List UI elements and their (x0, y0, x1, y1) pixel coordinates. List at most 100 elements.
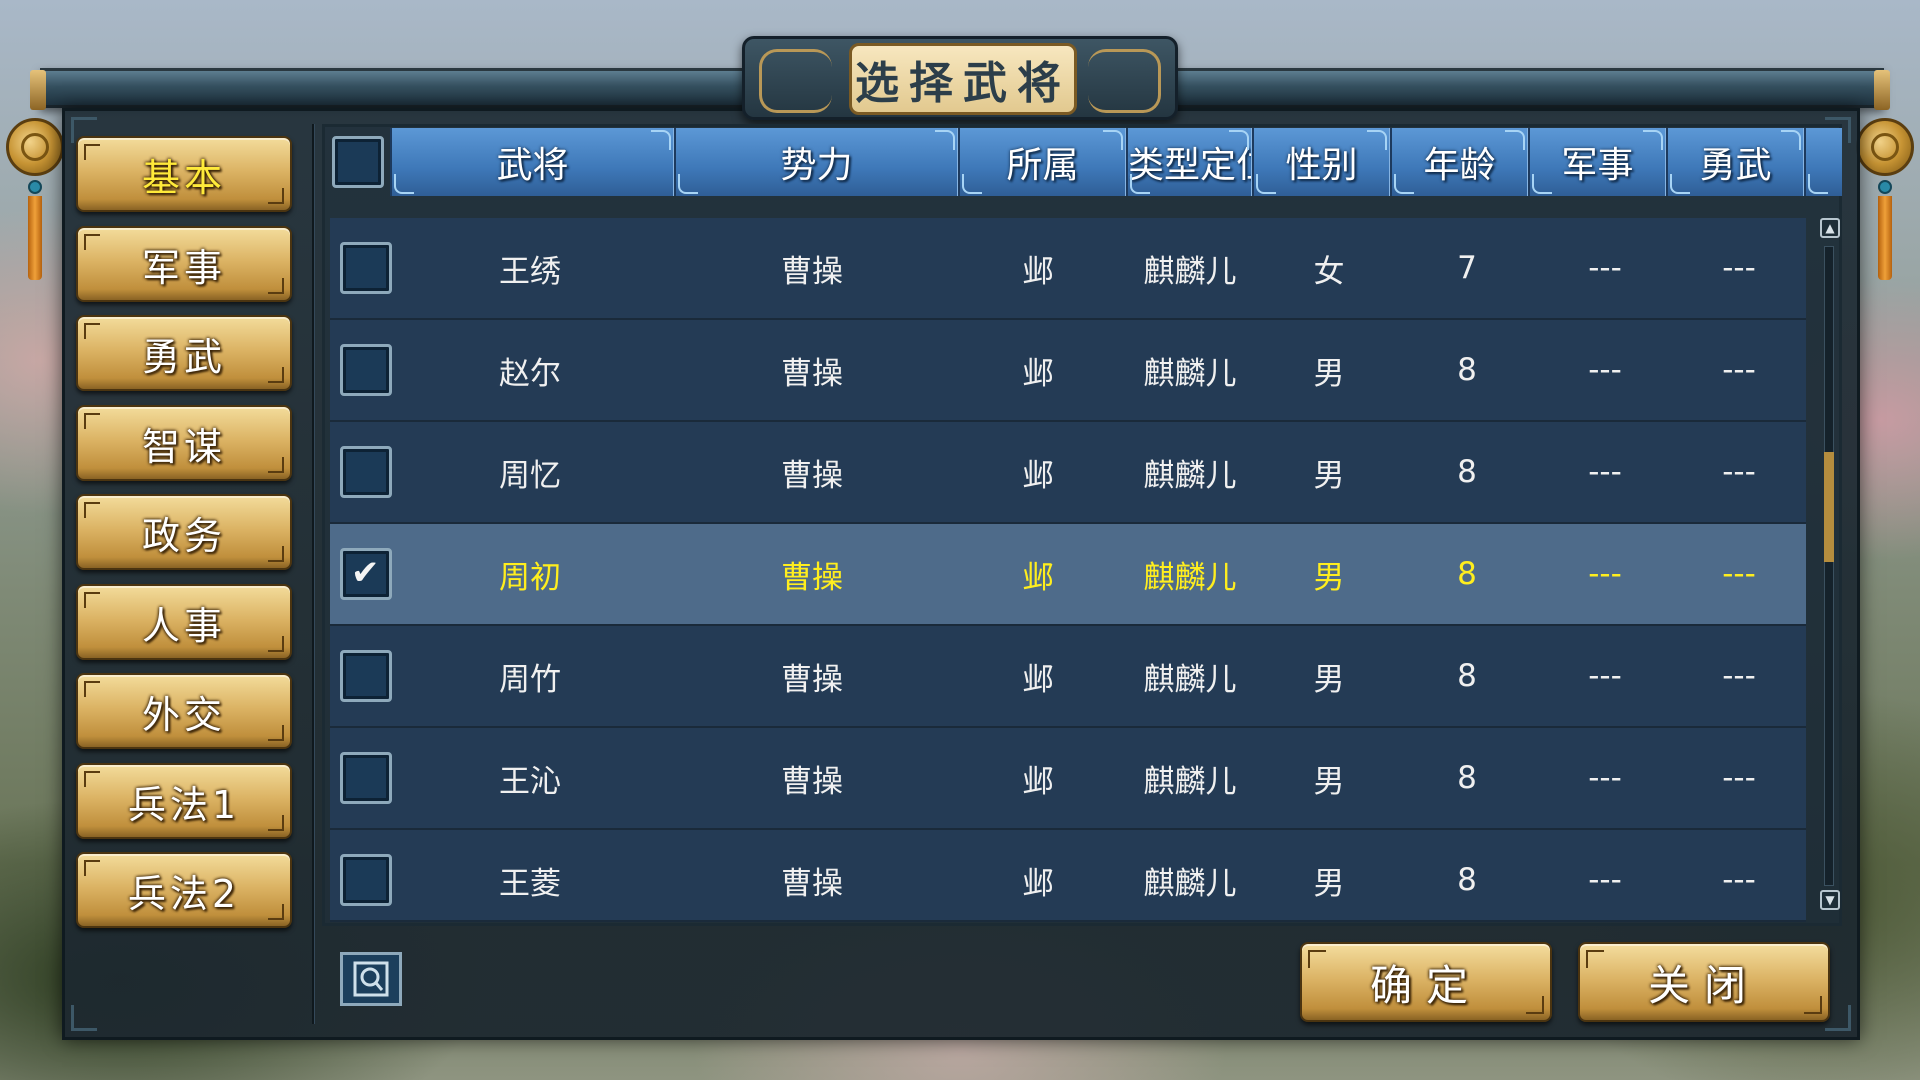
row-checkbox[interactable] (340, 650, 392, 702)
cell-valor: --- (1722, 658, 1756, 694)
cell-military: --- (1588, 862, 1622, 898)
cell-military: --- (1588, 760, 1622, 796)
cell-location: 邺 (1022, 661, 1054, 698)
table-row[interactable]: 赵尔 曹操 邺 麒麟儿 男 8 --- --- (330, 320, 1806, 422)
cell-faction: 曹操 (781, 355, 843, 392)
cell-valor: --- (1722, 352, 1756, 388)
vertical-scrollbar-thumb[interactable] (1824, 452, 1834, 562)
cell-type: 麒麟儿 (1143, 763, 1237, 800)
row-checkbox-checked[interactable] (340, 548, 392, 600)
sidebar-item-personnel[interactable]: 人事 (76, 584, 292, 660)
cell-gender: 男 (1313, 865, 1345, 902)
cell-faction: 曹操 (781, 865, 843, 902)
cell-type: 麒麟儿 (1143, 559, 1237, 596)
cell-gender: 男 (1313, 559, 1345, 596)
panel-corner-ornament (71, 1005, 97, 1031)
column-header-military[interactable]: 军事 (1528, 128, 1666, 196)
medallion-left-icon (6, 118, 64, 176)
row-checkbox[interactable] (340, 446, 392, 498)
cell-officer-name: 王沁 (499, 763, 561, 800)
cell-valor: --- (1722, 862, 1756, 898)
table-row[interactable]: 周忆 曹操 邺 麒麟儿 男 8 --- --- (330, 422, 1806, 524)
close-button[interactable]: 关闭 (1578, 942, 1830, 1022)
sidebar-item-tactics-1[interactable]: 兵法1 (76, 763, 292, 839)
scroll-up-button[interactable]: ▲ (1820, 218, 1840, 238)
sidebar-item-politics[interactable]: 政务 (76, 494, 292, 570)
cell-age: 8 (1457, 862, 1477, 898)
column-header-valor[interactable]: 勇武 (1666, 128, 1804, 196)
cell-gender: 女 (1313, 253, 1345, 290)
sidebar-item-military[interactable]: 军事 (76, 226, 292, 302)
cell-faction: 曹操 (781, 661, 843, 698)
cell-age: 7 (1457, 250, 1477, 286)
row-checkbox[interactable] (340, 752, 392, 804)
table-row[interactable]: 王绣 曹操 邺 麒麟儿 女 7 --- --- (330, 218, 1806, 320)
chevron-down-icon: ▼ (1825, 893, 1835, 907)
cell-military: --- (1588, 658, 1622, 694)
column-header-location[interactable]: 所属 (958, 128, 1126, 196)
title-plaque: 选择武将 (742, 36, 1178, 120)
column-header-officer[interactable]: 武将 (390, 128, 674, 196)
cell-faction: 曹操 (781, 253, 843, 290)
cell-valor: --- (1722, 454, 1756, 490)
cell-type: 麒麟儿 (1143, 457, 1237, 494)
sidebar-item-strategy[interactable]: 智谋 (76, 405, 292, 481)
sidebar-item-diplomacy[interactable]: 外交 (76, 673, 292, 749)
cell-location: 邺 (1022, 559, 1054, 596)
cell-age: 8 (1457, 352, 1477, 388)
cell-military: --- (1588, 454, 1622, 490)
column-header-type[interactable]: 类型定位 (1126, 128, 1252, 196)
cell-type: 麒麟儿 (1143, 253, 1237, 290)
search-button[interactable] (340, 952, 402, 1006)
cell-faction: 曹操 (781, 763, 843, 800)
cell-location: 邺 (1022, 253, 1054, 290)
cell-location: 邺 (1022, 457, 1054, 494)
cell-military: --- (1588, 352, 1622, 388)
cell-age: 8 (1457, 658, 1477, 694)
cell-officer-name: 周初 (499, 559, 561, 596)
cell-location: 邺 (1022, 763, 1054, 800)
cell-officer-name: 赵尔 (499, 355, 561, 392)
cell-military: --- (1588, 556, 1622, 592)
scroll-down-button[interactable]: ▼ (1820, 890, 1840, 910)
cell-age: 8 (1457, 454, 1477, 490)
rod-cap-left (30, 70, 46, 110)
cell-type: 麒麟儿 (1143, 355, 1237, 392)
table-header: 武将 势力 所属 类型定位 性别 年龄 军事 勇武 智 (390, 128, 1842, 196)
tassel-left (28, 196, 42, 280)
medallion-right-icon (1856, 118, 1914, 176)
table-row[interactable]: 王菱 曹操 邺 麒麟儿 男 8 --- --- (330, 830, 1806, 922)
tassel-bead-right (1878, 180, 1892, 194)
cell-valor: --- (1722, 556, 1756, 592)
column-header-intellect[interactable]: 智 (1804, 128, 1842, 196)
sidebar-divider (312, 124, 315, 1024)
cell-officer-name: 王绣 (499, 253, 561, 290)
table-row[interactable]: 王沁 曹操 邺 麒麟儿 男 8 --- --- (330, 728, 1806, 830)
cell-faction: 曹操 (781, 559, 843, 596)
sidebar-item-tactics-2[interactable]: 兵法2 (76, 852, 292, 928)
vertical-scrollbar-track[interactable] (1824, 246, 1834, 886)
column-header-faction[interactable]: 势力 (674, 128, 958, 196)
page-title: 选择武将 (849, 43, 1077, 115)
column-header-gender[interactable]: 性别 (1252, 128, 1390, 196)
cell-gender: 男 (1313, 457, 1345, 494)
cell-gender: 男 (1313, 355, 1345, 392)
row-checkbox[interactable] (340, 344, 392, 396)
cell-type: 麒麟儿 (1143, 661, 1237, 698)
confirm-button[interactable]: 确定 (1300, 942, 1552, 1022)
select-all-checkbox[interactable] (332, 136, 384, 188)
column-header-age[interactable]: 年龄 (1390, 128, 1528, 196)
cell-age: 8 (1457, 556, 1477, 592)
sidebar-item-valor[interactable]: 勇武 (76, 315, 292, 391)
table-row-selected[interactable]: 周初 曹操 邺 麒麟儿 男 8 --- --- (330, 524, 1806, 626)
cell-officer-name: 周忆 (499, 457, 561, 494)
rod-cap-right (1874, 70, 1890, 110)
table-row[interactable]: 周竹 曹操 邺 麒麟儿 男 8 --- --- (330, 626, 1806, 728)
cell-valor: --- (1722, 760, 1756, 796)
cell-location: 邺 (1022, 865, 1054, 902)
cell-type: 麒麟儿 (1143, 865, 1237, 902)
sidebar-item-basic[interactable]: 基本 (76, 136, 292, 212)
row-checkbox[interactable] (340, 242, 392, 294)
row-checkbox[interactable] (340, 854, 392, 906)
cell-location: 邺 (1022, 355, 1054, 392)
